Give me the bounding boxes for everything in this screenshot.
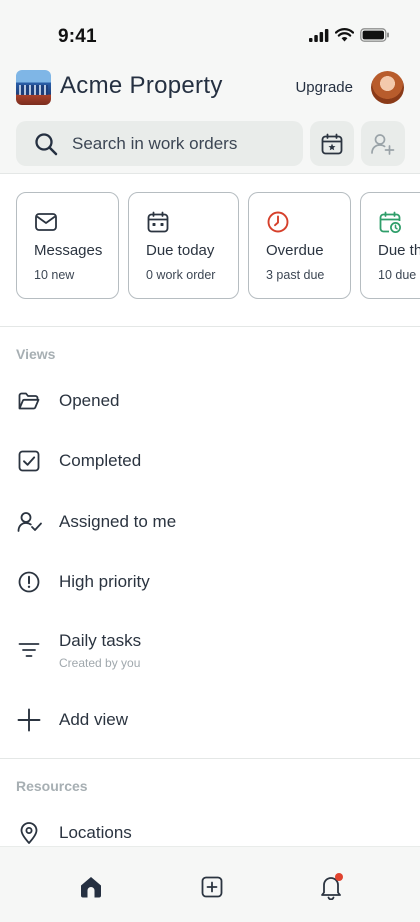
view-item-completed[interactable]: Completed	[0, 436, 420, 486]
header: Acme Property Upgrade	[16, 70, 404, 106]
status-time: 9:41	[58, 26, 97, 47]
calendar-star-button[interactable]	[310, 121, 354, 166]
views-heading: Views	[16, 346, 56, 362]
home-icon	[81, 877, 101, 898]
upgrade-link[interactable]: Upgrade	[295, 79, 353, 96]
add-view-label: Add view	[59, 710, 128, 729]
divider	[0, 326, 420, 327]
notification-dot	[335, 873, 343, 881]
search-box[interactable]	[16, 121, 303, 166]
view-item-opened[interactable]: Opened	[0, 376, 420, 426]
resources-heading: Resources	[16, 778, 88, 794]
divider	[0, 758, 420, 759]
calendar-icon	[147, 211, 169, 233]
card-title: Due today	[146, 242, 215, 259]
summary-cards: Messages 10 new Due today 0 work order O…	[16, 192, 420, 300]
view-item-assigned-to-me[interactable]: Assigned to me	[0, 497, 420, 547]
map-pin-icon	[20, 822, 38, 844]
view-item-high-priority[interactable]: High priority	[0, 557, 420, 607]
plus-icon	[17, 708, 41, 732]
search-icon	[35, 133, 58, 156]
add-user-button[interactable]	[361, 121, 405, 166]
card-subtitle: 10 due	[378, 268, 417, 282]
card-messages[interactable]: Messages 10 new	[16, 192, 119, 299]
alert-circle-icon	[18, 571, 40, 593]
search-row	[16, 121, 408, 167]
card-due-today[interactable]: Due today 0 work order	[128, 192, 239, 299]
envelope-icon	[35, 213, 57, 231]
battery-icon	[360, 28, 389, 42]
avatar[interactable]	[371, 71, 404, 104]
signal-icon	[309, 28, 329, 42]
add-square-icon	[201, 876, 223, 898]
card-subtitle: 10 new	[34, 268, 75, 282]
property-title[interactable]: Acme Property	[60, 72, 223, 100]
clock-icon	[267, 211, 289, 233]
card-subtitle: 0 work order	[146, 268, 216, 282]
add-user-icon	[371, 133, 395, 155]
calendar-clock-icon	[379, 211, 401, 233]
view-item-daily-tasks[interactable]: Daily tasks Created by you	[0, 616, 420, 676]
view-item-label: Assigned to me	[59, 512, 177, 531]
add-view-button[interactable]: Add view	[0, 695, 420, 745]
search-input[interactable]	[72, 121, 292, 166]
card-overdue[interactable]: Overdue 3 past due	[248, 192, 351, 299]
wifi-icon	[335, 28, 354, 42]
card-subtitle: 3 past due	[266, 268, 325, 282]
user-check-icon	[17, 512, 42, 532]
card-title: Messages	[34, 242, 103, 259]
card-title: Overdue	[266, 242, 324, 259]
view-item-label: Daily tasks	[59, 631, 142, 650]
status-icons	[309, 28, 390, 42]
view-item-label: High priority	[59, 572, 150, 591]
view-item-sublabel: Created by you	[59, 656, 141, 670]
property-logo[interactable]	[16, 70, 51, 105]
status-bar: 9:41	[0, 0, 420, 70]
calendar-star-icon	[321, 133, 343, 154]
view-item-label: Opened	[59, 391, 120, 410]
nav-home-button[interactable]	[73, 869, 109, 905]
filter-lines-icon	[18, 643, 40, 657]
bottom-nav	[0, 846, 420, 922]
nav-notifications-button[interactable]	[313, 869, 349, 905]
card-title: Due th	[378, 242, 420, 259]
view-item-label: Completed	[59, 451, 142, 470]
nav-add-button[interactable]	[194, 869, 230, 905]
resource-item-label: Locations	[59, 823, 132, 842]
checkbox-icon	[18, 450, 40, 472]
folder-open-icon	[18, 392, 40, 410]
card-due-this-week[interactable]: Due th 10 due	[360, 192, 420, 299]
